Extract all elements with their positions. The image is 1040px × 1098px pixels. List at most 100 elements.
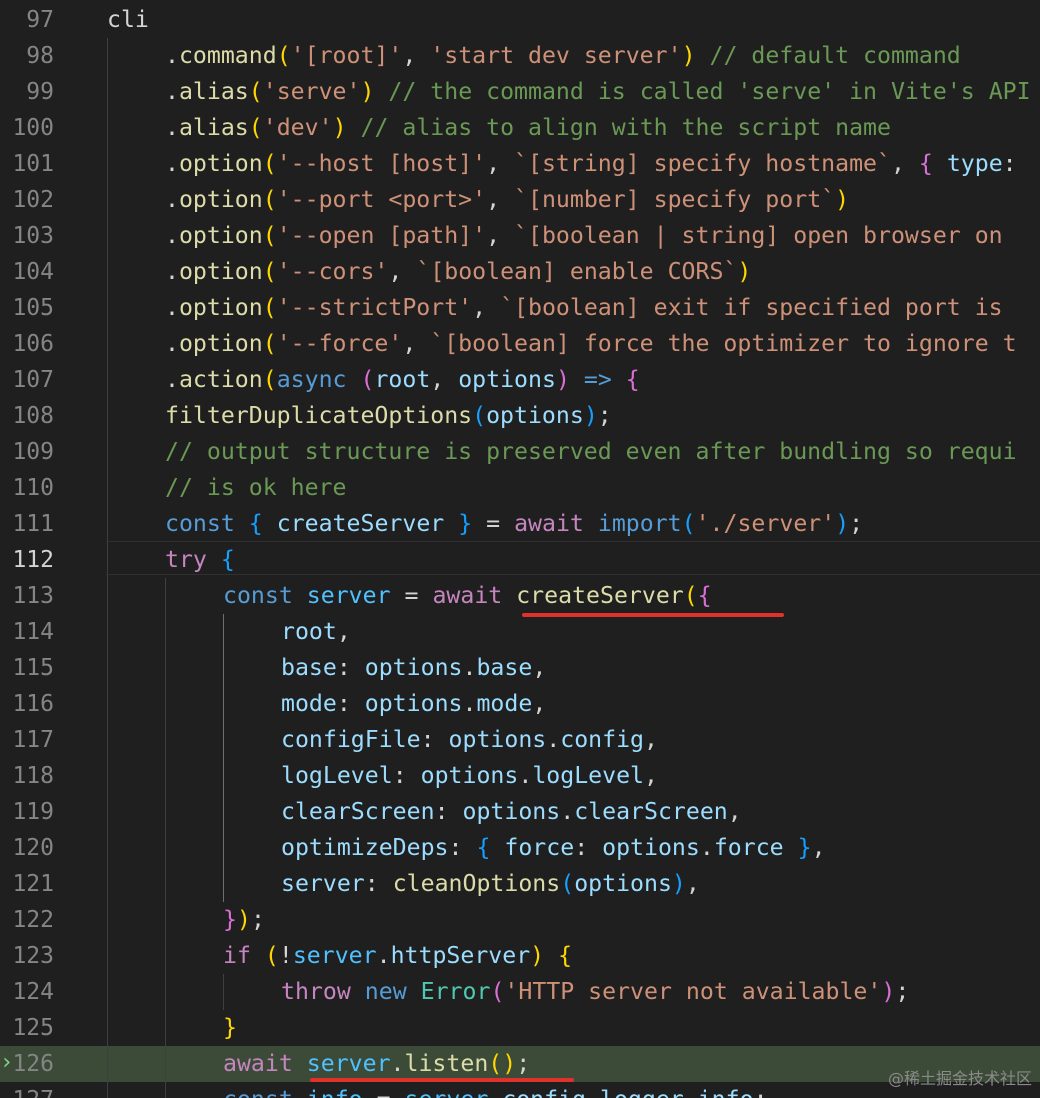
code-token: : [364, 870, 393, 897]
code-token: , [472, 294, 501, 321]
code-token: 'serve' [262, 78, 361, 105]
code-token: `[string] specify hostname` [514, 150, 891, 177]
indent-guide [223, 686, 224, 722]
code-line-117[interactable]: 117 configFile: options.config, [0, 722, 1040, 758]
code-line-110[interactable]: 110 // is ok here [0, 470, 1040, 506]
code-line-114[interactable]: 114 root, [0, 614, 1040, 650]
code-line-106[interactable]: 106 .option('--force', `[boolean] force t… [0, 326, 1040, 362]
code-token: command [178, 42, 277, 69]
code-line-105[interactable]: 105 .option('--strictPort', `[boolean] ex… [0, 290, 1040, 326]
indent-guide [107, 614, 108, 650]
code-token: Error [420, 978, 491, 1005]
code-text: } [223, 1010, 237, 1046]
code-token: ) [502, 1050, 517, 1077]
indent-guide [107, 1082, 108, 1098]
code-token: await [223, 1050, 293, 1077]
code-line-102[interactable]: 102 .option('--port <port>', `[number] sp… [0, 182, 1040, 218]
code-token: ) [332, 114, 347, 141]
code-line-126[interactable]: 126 await server.listen(); [0, 1046, 1040, 1082]
code-token: ; [895, 978, 910, 1005]
code-line-107[interactable]: 107 .action(async (root, options) => { [0, 362, 1040, 398]
indent-guide [107, 938, 108, 974]
code-line-118[interactable]: 118 logLevel: options.logLevel, [0, 758, 1040, 794]
code-line-116[interactable]: 116 mode: options.mode, [0, 686, 1040, 722]
code-token: option [178, 186, 263, 213]
code-token: ; [754, 1086, 768, 1098]
code-token: , [532, 654, 547, 681]
code-token: : [434, 798, 463, 825]
code-line-101[interactable]: 101 .option('--host [host]', `[string] sp… [0, 146, 1040, 182]
code-token: ( [490, 978, 505, 1005]
code-line-120[interactable]: 120 optimizeDeps: { force: options.force … [0, 830, 1040, 866]
code-token: throw [281, 978, 351, 1005]
code-token: info [698, 1086, 754, 1098]
code-line-99[interactable]: 99 .alias('serve') // the command is call… [0, 74, 1040, 110]
code-token: . [165, 366, 179, 393]
code-line-119[interactable]: 119 clearScreen: options.clearScreen, [0, 794, 1040, 830]
code-text: root, [281, 614, 351, 650]
code-token: ( [488, 1050, 503, 1077]
code-line-125[interactable]: 125} [0, 1010, 1040, 1046]
code-line-123[interactable]: 123 if (!server.httpServer) { [0, 938, 1040, 974]
code-line-109[interactable]: 109 // output structure is preserved even… [0, 434, 1040, 470]
line-number: 98 [26, 43, 54, 69]
code-token: ; [597, 402, 612, 429]
code-editor[interactable]: 97 cli 98 .command('[root]', 'start dev ser… [0, 0, 1040, 1098]
indent-guide [223, 866, 224, 902]
code-text: optimizeDeps: { force: options.force }, [281, 830, 826, 866]
code-token: `[boolean | string] open browser on [514, 222, 1003, 249]
code-text: clearScreen: options.clearScreen, [281, 794, 742, 830]
code-line-97[interactable]: 97 cli [0, 2, 1040, 38]
code-text: filterDuplicateOptions(options); [165, 398, 612, 434]
code-token: , [890, 150, 919, 177]
code-text: await server.listen(); [223, 1046, 530, 1082]
code-token: } [223, 1014, 237, 1041]
code-token: action [178, 366, 263, 393]
code-line-104[interactable]: 104 .option('--cors', `[boolean] enable C… [0, 254, 1040, 290]
code-token: '--port <port>' [276, 186, 487, 213]
code-token: configFile [281, 726, 421, 753]
code-line-115[interactable]: 115 base: options.base, [0, 650, 1040, 686]
code-line-108[interactable]: 108 filterDuplicateOptions(options); [0, 398, 1040, 434]
code-line-124[interactable]: 124 throw new Error('HTTP server not avai… [0, 974, 1040, 1010]
code-token: ) [583, 402, 598, 429]
line-number: 99 [26, 79, 54, 105]
code-line-100[interactable]: 100 .alias('dev') // alias to align with … [0, 110, 1040, 146]
indent-guide [165, 902, 166, 938]
code-token: , [532, 690, 547, 717]
code-token: ( [360, 366, 375, 393]
indent-guide [107, 1010, 108, 1046]
code-text: .alias('dev') // alias to align with the… [165, 110, 891, 146]
annotation-underline-create-server [522, 613, 784, 617]
code-line-113[interactable]: 113 const server = await createServer({ [0, 578, 1040, 614]
code-text: .option('--cors', `[boolean] enable CORS… [165, 254, 751, 290]
watermark: @稀土掘金技术社区 [887, 1069, 1032, 1088]
indent-guide [107, 38, 108, 74]
code-line-127[interactable]: 127const info = server.config.logger.inf… [0, 1082, 1040, 1098]
code-token: `[number] specify port` [514, 186, 836, 213]
code-line-121[interactable]: 121 server: cleanOptions(options), [0, 866, 1040, 902]
line-number: 118 [12, 763, 54, 789]
code-line-122[interactable]: 122}); [0, 902, 1040, 938]
line-number: 125 [12, 1015, 54, 1041]
code-token: `[boolean] force the optimizer to ignore… [430, 330, 1017, 357]
code-line-98[interactable]: 98 .command('[root]', 'start dev server')… [0, 38, 1040, 74]
line-number: 117 [12, 727, 54, 753]
line-number: 110 [12, 475, 54, 501]
code-token: config [502, 1086, 586, 1098]
code-line-111[interactable]: 111 const { createServer } = await import… [0, 506, 1040, 542]
code-token: server [306, 1050, 391, 1077]
line-number: 116 [12, 691, 54, 717]
current-line-highlight [106, 541, 1040, 575]
indent-guide [223, 650, 224, 686]
indent-guide [223, 974, 224, 1010]
code-token: = [472, 510, 515, 537]
indent-guide [165, 614, 166, 650]
code-token: option [178, 330, 263, 357]
code-token: await [514, 510, 584, 537]
code-line-103[interactable]: 103 .option('--open [path]', `[boolean | … [0, 218, 1040, 254]
code-text: throw new Error('HTTP server not availab… [281, 974, 909, 1010]
code-token: const [165, 510, 235, 537]
